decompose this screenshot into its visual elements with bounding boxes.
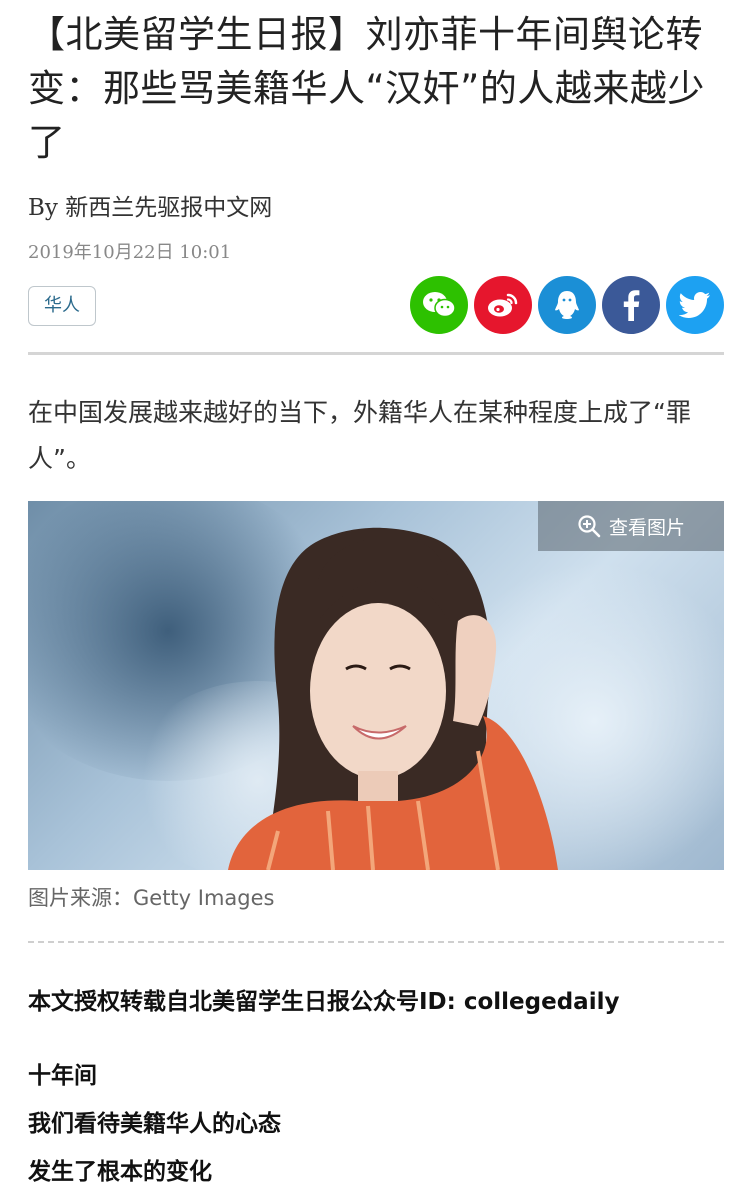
header-divider [28, 352, 724, 355]
body-line: 发生了根本的变化 [28, 1159, 212, 1185]
article-title: 【北美留学生日报】刘亦菲十年间舆论转变：那些骂美籍华人“汉奸”的人越来越少了 [28, 13, 705, 164]
share-twitter-button[interactable] [666, 276, 724, 334]
weibo-icon [488, 293, 518, 317]
lead-paragraph: 在中国发展越来越好的当下，外籍华人在某种程度上成了“罪人”。 [28, 398, 691, 473]
source-note: 本文授权转载自北美留学生日报公众号ID: collegedaily [28, 989, 620, 1015]
view-image-label: 查看图片 [608, 516, 685, 539]
wechat-icon [423, 292, 456, 318]
publish-date: 2019年10月22日 10:01 [28, 242, 232, 263]
facebook-icon [623, 290, 640, 321]
share-weibo-button[interactable] [474, 276, 532, 334]
tag-chip[interactable]: 华人 [28, 286, 96, 326]
view-image-button[interactable]: 查看图片 [538, 501, 724, 551]
body-line: 我们看待美籍华人的心态 [28, 1111, 281, 1137]
byline[interactable]: By 新西兰先驱报中文网 [28, 188, 272, 222]
image-caption: 图片来源：Getty Images [28, 886, 275, 910]
dashed-divider [28, 941, 724, 943]
portrait-illustration [228, 527, 558, 870]
zoom-in-icon [578, 515, 601, 538]
share-qq-button[interactable] [538, 276, 596, 334]
twitter-icon [679, 292, 710, 318]
body-line: 十年间 [28, 1063, 97, 1089]
share-wechat-button[interactable] [410, 276, 468, 334]
qq-icon [555, 291, 579, 319]
article-photo[interactable]: 查看图片 [28, 501, 724, 870]
share-facebook-button[interactable] [602, 276, 660, 334]
